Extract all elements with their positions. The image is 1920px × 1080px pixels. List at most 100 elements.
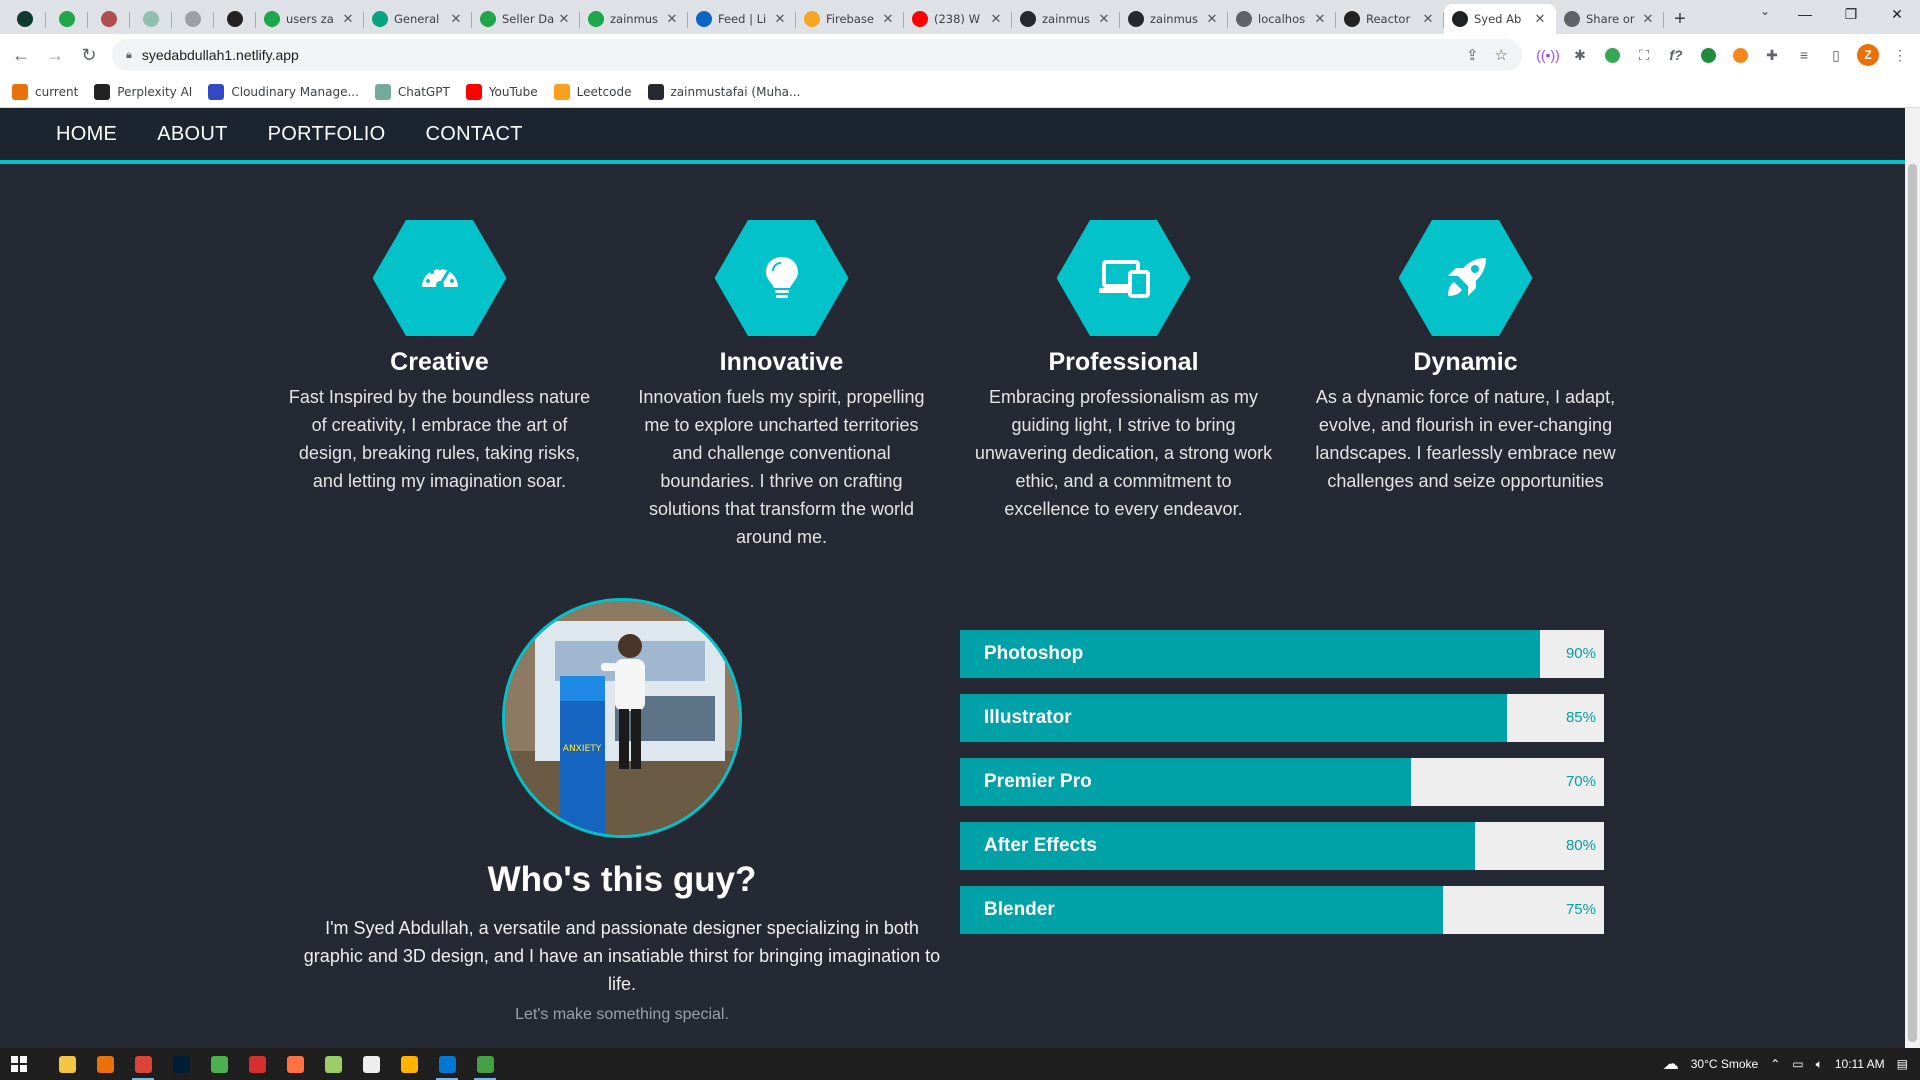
tab-search-icon[interactable]: ⌄	[1760, 4, 1770, 18]
taskbar-app[interactable]	[390, 1048, 428, 1080]
shield-extension-icon[interactable]	[1596, 39, 1628, 71]
stand-text: ANXIETY	[563, 744, 602, 754]
menu-kebab-icon[interactable]: ⋮	[1884, 39, 1916, 71]
tab-close-icon[interactable]: ✕	[880, 11, 896, 27]
taskbar-app[interactable]	[428, 1048, 466, 1080]
share-icon[interactable]: ⇪	[1466, 46, 1479, 64]
tab-label: zainmus	[1150, 12, 1199, 26]
taskbar-app[interactable]	[124, 1048, 162, 1080]
chevron-up-icon[interactable]: ⌃	[1770, 1057, 1780, 1071]
taskbar-app[interactable]	[86, 1048, 124, 1080]
font-extension-icon[interactable]: f?	[1660, 39, 1692, 71]
tab-close-icon[interactable]: ✕	[664, 11, 680, 27]
taskbar-app[interactable]	[314, 1048, 352, 1080]
taskbar-app[interactable]	[352, 1048, 390, 1080]
browser-tab[interactable]: zainmus ✕	[1120, 4, 1228, 34]
skill-bar: Illustrator 85%	[960, 694, 1604, 742]
bookmark-item[interactable]: zainmustafai (Muha...	[647, 83, 800, 100]
browser-tab[interactable]: users za ✕	[256, 4, 364, 34]
browser-tab[interactable]: zainmus ✕	[580, 4, 688, 34]
tab-close-icon[interactable]: ✕	[1420, 11, 1436, 27]
network-icon[interactable]: ▭	[1792, 1057, 1803, 1071]
tab-close-icon[interactable]: ✕	[772, 11, 788, 27]
page-viewport: HOME ABOUT PORTFOLIO CONTACT Creative Fa…	[0, 108, 1905, 1048]
url-text[interactable]: syedabdullah1.netlify.app	[142, 47, 1450, 63]
tab-close-icon[interactable]: ✕	[1204, 11, 1220, 27]
nav-about[interactable]: ABOUT	[157, 123, 227, 146]
taskbar-app[interactable]	[238, 1048, 276, 1080]
lock-icon[interactable]: 🔒︎	[126, 49, 132, 62]
close-window-button[interactable]: ✕	[1874, 0, 1920, 28]
bookmark-item[interactable]: ChatGPT	[374, 83, 450, 100]
media-control-icon[interactable]: ≡	[1788, 39, 1820, 71]
broadcast-extension-icon[interactable]: ((•))	[1532, 39, 1564, 71]
page-scrollbar[interactable]	[1905, 108, 1920, 1048]
weather-text[interactable]: 30°C Smoke	[1691, 1057, 1759, 1071]
back-icon[interactable]: ←	[4, 38, 38, 72]
taskbar-app[interactable]	[200, 1048, 238, 1080]
tab-close-icon[interactable]: ✕	[988, 11, 1004, 27]
tab-close-icon[interactable]: ✕	[340, 11, 356, 27]
tab-close-icon[interactable]: ✕	[1640, 11, 1656, 27]
devices-icon	[1098, 260, 1150, 298]
browser-tab[interactable]: Syed Ab ✕	[1444, 4, 1556, 34]
browser-tab[interactable]	[172, 4, 214, 34]
browser-tab[interactable]: Reactor ✕	[1336, 4, 1444, 34]
tab-close-icon[interactable]: ✕	[1096, 11, 1112, 27]
tab-close-icon[interactable]: ✕	[1532, 11, 1548, 27]
browser-tab[interactable]: Share or ✕	[1556, 4, 1664, 34]
metamask-extension-icon[interactable]	[1724, 39, 1756, 71]
bookmark-item[interactable]: Perplexity AI	[94, 83, 192, 100]
taskbar-app[interactable]	[48, 1048, 86, 1080]
tab-close-icon[interactable]: ✕	[448, 11, 464, 27]
tab-label: (238) W	[934, 12, 980, 26]
browser-tab[interactable]	[130, 4, 172, 34]
tab-close-icon[interactable]: ✕	[1312, 11, 1328, 27]
browser-tab[interactable]	[214, 4, 256, 34]
nav-contact[interactable]: CONTACT	[426, 123, 523, 146]
app-icon	[1452, 11, 1468, 27]
about-title: Who's this guy?	[487, 860, 757, 899]
weather-icon[interactable]: ☁	[1663, 1054, 1679, 1074]
side-panel-icon[interactable]: ▯	[1820, 39, 1852, 71]
browser-tab[interactable]: localhos ✕	[1228, 4, 1336, 34]
reload-icon[interactable]: ↻	[72, 38, 106, 72]
nav-portfolio[interactable]: PORTFOLIO	[268, 123, 386, 146]
browser-tab[interactable]	[4, 4, 46, 34]
screenshot-extension-icon[interactable]: ⛶	[1628, 39, 1660, 71]
maximize-button[interactable]: ❐	[1828, 0, 1874, 28]
bookmark-item[interactable]: YouTube	[465, 83, 538, 100]
bookmark-star-icon[interactable]: ☆	[1495, 46, 1508, 64]
notifications-icon[interactable]: ▤	[1897, 1057, 1908, 1071]
skill-percent: 85%	[1565, 709, 1596, 726]
profile-avatar[interactable]: Z	[1852, 39, 1884, 71]
volume-icon[interactable]: 🔈︎	[1816, 1057, 1823, 1072]
taskbar-app[interactable]	[466, 1048, 504, 1080]
browser-tab[interactable]: Feed | Li ✕	[688, 4, 796, 34]
scrollbar-thumb[interactable]	[1908, 164, 1917, 1042]
taskbar-app[interactable]	[276, 1048, 314, 1080]
browser-tab[interactable]: General ✕	[364, 4, 472, 34]
browser-tab[interactable]: Firebase ✕	[796, 4, 904, 34]
forward-icon[interactable]: →	[38, 38, 72, 72]
tab-close-icon[interactable]: ✕	[556, 11, 572, 27]
bookmark-item[interactable]: Leetcode	[553, 83, 632, 100]
browser-tab[interactable]: zainmus ✕	[1012, 4, 1120, 34]
bug-extension-icon[interactable]: ✱	[1564, 39, 1596, 71]
browser-tab[interactable]: (238) W ✕	[904, 4, 1012, 34]
bookmark-item[interactable]: Cloudinary Manage...	[208, 83, 359, 100]
minimize-button[interactable]: —	[1782, 0, 1828, 28]
new-tab-button[interactable]: +	[1664, 4, 1696, 34]
browser-tab[interactable]	[46, 4, 88, 34]
clock[interactable]: 10:11 AM	[1835, 1057, 1885, 1071]
browser-tab[interactable]	[88, 4, 130, 34]
puzzle-extensions-icon[interactable]: ✚	[1756, 39, 1788, 71]
bookmark-item[interactable]: current	[12, 83, 78, 100]
start-button[interactable]	[0, 1048, 38, 1080]
browser-tab[interactable]: Seller Da ✕	[472, 4, 580, 34]
feature-title: Dynamic	[1413, 348, 1518, 376]
nav-home[interactable]: HOME	[56, 123, 117, 146]
taskbar-app[interactable]	[162, 1048, 200, 1080]
address-bar[interactable]: 🔒︎ syedabdullah1.netlify.app ⇪ ☆	[112, 39, 1522, 71]
leaf-extension-icon[interactable]	[1692, 39, 1724, 71]
